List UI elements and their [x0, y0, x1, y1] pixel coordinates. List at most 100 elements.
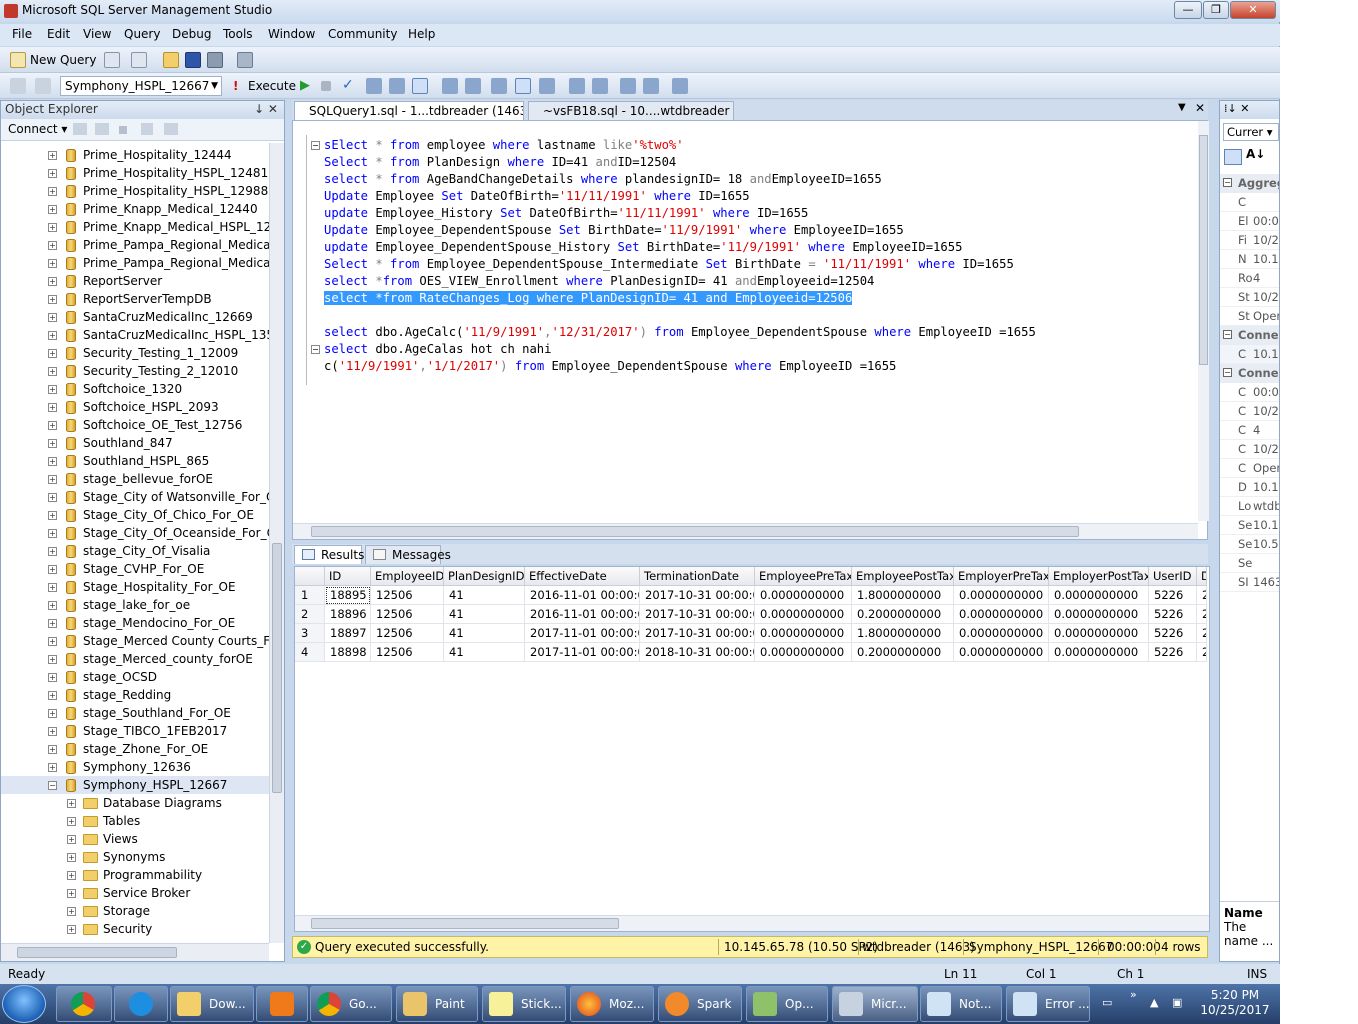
expand-icon[interactable]: + [48, 475, 57, 484]
results-to-text-icon[interactable] [491, 78, 507, 94]
taskbar-ie[interactable] [114, 986, 168, 1022]
tree-node-folder[interactable]: + Views [1, 830, 269, 848]
new-file-icon[interactable] [104, 52, 120, 68]
connect-dropdown[interactable]: Connect ▾ [8, 122, 67, 136]
tree-node-database[interactable]: + Prime_Pampa_Regional_Medical_C [1, 236, 269, 254]
expand-icon[interactable]: + [48, 709, 57, 718]
expand-icon[interactable]: + [67, 853, 76, 862]
taskbar-mozilla[interactable]: Moz... [570, 986, 654, 1022]
grid-cell[interactable]: 2017-11-01 00:00:00 [525, 624, 640, 643]
column-header[interactable]: EmployeeID [371, 567, 444, 586]
column-header[interactable]: EmployeePreTax [755, 567, 852, 586]
grid-cell[interactable]: 0.0000000000 [1049, 605, 1149, 624]
results-file-icon[interactable] [539, 78, 555, 94]
grid-cell[interactable]: 18895 [325, 586, 371, 605]
tree-node-database[interactable]: + Softchoice_1320 [1, 380, 269, 398]
grid-cell[interactable]: 0.0000000000 [1049, 586, 1149, 605]
grid-cell[interactable]: 0.0000000000 [954, 643, 1049, 662]
grid-cell[interactable]: 2017-10-31 00:00:00 [640, 605, 755, 624]
connect-icon[interactable] [10, 78, 26, 94]
stop-refresh-icon[interactable] [119, 126, 127, 134]
grid-cell[interactable]: 18896 [325, 605, 371, 624]
close-button[interactable]: ✕ [1230, 1, 1276, 19]
editor-hscroll[interactable] [293, 523, 1198, 539]
results-to-grid-icon[interactable] [412, 78, 428, 94]
network-icon[interactable]: ▣ [1172, 996, 1186, 1010]
collapse-icon[interactable]: − [1223, 368, 1232, 377]
grid-cell[interactable]: 0.0000000000 [755, 643, 852, 662]
menu-tools[interactable]: Tools [223, 27, 253, 41]
column-header[interactable]: EffectiveDate [525, 567, 640, 586]
property-row[interactable]: C Oper [1220, 459, 1279, 478]
grid-cell[interactable]: 0.2000000000 [852, 605, 954, 624]
expand-icon[interactable]: + [48, 655, 57, 664]
grid-cell[interactable]: 0.0000000000 [755, 605, 852, 624]
expand-icon[interactable]: + [48, 493, 57, 502]
taskbar-media[interactable] [256, 986, 308, 1022]
grid-cell[interactable]: 2 [1197, 605, 1207, 624]
code-line[interactable]: select *from RateChanges_Log where PlanD… [324, 290, 853, 307]
include-plan-icon[interactable] [442, 78, 458, 94]
filter-icon[interactable] [141, 123, 153, 135]
expand-icon[interactable]: + [48, 439, 57, 448]
property-row[interactable]: El 00:00 [1220, 212, 1279, 231]
grid-cell[interactable]: 0.0000000000 [755, 586, 852, 605]
grid-hscroll[interactable] [295, 915, 1209, 931]
grid-cell[interactable]: 1.8000000000 [852, 624, 954, 643]
row-number[interactable]: 2 [295, 605, 325, 624]
property-row[interactable]: C 10/25 [1220, 440, 1279, 459]
alphabetical-icon[interactable]: A↓ [1246, 147, 1265, 161]
expand-icon[interactable]: + [48, 691, 57, 700]
taskbar-sticky[interactable]: Stick... [482, 986, 566, 1022]
refresh-icon[interactable] [164, 123, 178, 135]
expand-icon[interactable]: + [48, 367, 57, 376]
open-folder-icon[interactable] [163, 52, 179, 68]
tree-node-folder[interactable]: + Service Broker [1, 884, 269, 902]
menu-window[interactable]: Window [268, 27, 315, 41]
grid-cell[interactable]: 0.2000000000 [852, 643, 954, 662]
expand-icon[interactable]: + [48, 421, 57, 430]
tree-node-database[interactable]: + Stage_TIBCO_1FEB2017 [1, 722, 269, 740]
tree-node-database[interactable]: + Stage_CVHP_For_OE [1, 560, 269, 578]
property-row[interactable]: D 10.14 [1220, 478, 1279, 497]
expand-icon[interactable]: + [67, 799, 76, 808]
menu-query[interactable]: Query [124, 27, 160, 41]
property-row[interactable]: Ro 4 [1220, 269, 1279, 288]
stop-icon[interactable] [321, 81, 331, 91]
tree-node-database[interactable]: + stage_Merced_county_forOE [1, 650, 269, 668]
debug-play-icon[interactable]: ▶ [300, 78, 310, 93]
expand-icon[interactable]: + [48, 511, 57, 520]
grid-cell[interactable]: 0.0000000000 [954, 586, 1049, 605]
collapse-icon[interactable]: − [48, 781, 57, 790]
menu-edit[interactable]: Edit [47, 27, 70, 41]
grid-cell[interactable]: 12506 [371, 624, 444, 643]
column-header[interactable]: UserID [1149, 567, 1197, 586]
restore-button[interactable]: ❐ [1203, 1, 1229, 19]
grid-cell[interactable]: 0.0000000000 [1049, 643, 1149, 662]
expand-icon[interactable]: + [48, 151, 57, 160]
column-header[interactable]: PlanDesignID [444, 567, 525, 586]
tree-node-database[interactable]: + Softchoice_HSPL_2093 [1, 398, 269, 416]
grid-cell[interactable]: 18897 [325, 624, 371, 643]
new-query-button[interactable]: New Query [10, 51, 96, 69]
code-line[interactable]: update Employee_DependentSpouse_History … [324, 239, 962, 256]
code-line[interactable]: update Employee_History Set DateOfBirth=… [324, 205, 808, 222]
tree-node-database[interactable]: + Security_Testing_2_12010 [1, 362, 269, 380]
expand-icon[interactable]: + [48, 763, 57, 772]
properties-header-icons[interactable]: ⁞↓ ✕ [1220, 101, 1279, 119]
code-line[interactable]: select dbo.AgeCalas hot ch nahi [324, 341, 551, 358]
menu-debug[interactable]: Debug [172, 27, 211, 41]
grid-cell[interactable]: 0.0000000000 [954, 605, 1049, 624]
tree-node-database[interactable]: + ReportServer [1, 272, 269, 290]
menu-view[interactable]: View [83, 27, 111, 41]
taskbar-notepad[interactable]: Not... [920, 986, 1002, 1022]
expand-icon[interactable]: + [48, 385, 57, 394]
expand-icon[interactable]: + [67, 925, 76, 934]
grid-cell[interactable]: 2017-10-31 00:00:00 [640, 586, 755, 605]
grid-cell[interactable]: 0.0000000000 [954, 624, 1049, 643]
expand-icon[interactable]: + [48, 457, 57, 466]
tab-results[interactable]: Results [294, 545, 364, 564]
menu-file[interactable]: File [12, 27, 32, 41]
tree-node-database[interactable]: + Stage_City_Of_Oceanside_For_OE [1, 524, 269, 542]
row-number[interactable]: 1 [295, 586, 325, 605]
